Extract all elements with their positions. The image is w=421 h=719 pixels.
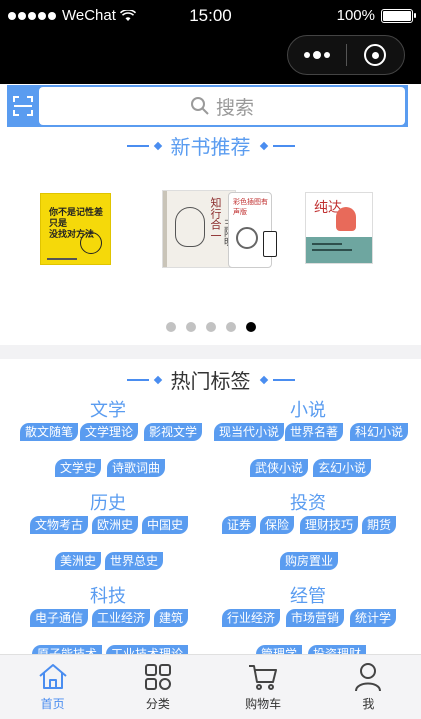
status-bar: WeChat 15:00 100%	[0, 0, 421, 32]
target-icon	[364, 44, 387, 66]
grid-icon	[144, 664, 171, 690]
tab-me[interactable]: 我	[316, 655, 421, 719]
category-touzi[interactable]: 投资	[208, 489, 408, 515]
pager-dot[interactable]	[225, 322, 236, 332]
tag[interactable]: 世界总史	[105, 552, 164, 570]
pager-dot[interactable]	[185, 322, 196, 332]
tag[interactable]: 理财技巧	[300, 516, 359, 534]
book-cover-zhixingheyi[interactable]: 知行合一 王阳明	[162, 190, 236, 268]
pager-dot[interactable]	[205, 322, 216, 332]
battery-status: 100%	[336, 7, 416, 24]
tag[interactable]: 玄幻小说	[313, 459, 372, 477]
tab-home[interactable]: 首页	[0, 655, 105, 719]
more-dots-icon	[303, 51, 330, 59]
category-lishi[interactable]: 历史	[8, 489, 208, 515]
tag[interactable]: 武侠小说	[250, 459, 309, 477]
tag[interactable]: 文学史	[55, 459, 102, 477]
meditation-figure	[336, 207, 356, 231]
title-line-right	[272, 378, 295, 381]
diamond-icon	[153, 375, 162, 384]
hot-tags-title-text: 热门标签	[170, 369, 251, 393]
tag[interactable]: 世界名著	[285, 423, 344, 441]
tag[interactable]: 科幻小说	[350, 423, 409, 441]
tag[interactable]: 统计学	[350, 609, 397, 627]
tab-category-label: 分类	[145, 697, 170, 711]
diamond-icon	[153, 141, 162, 150]
tag[interactable]: 影视文学	[144, 423, 203, 441]
book-cover-chunda[interactable]: 纯达	[305, 192, 373, 264]
tag[interactable]: 文物考古	[30, 516, 89, 534]
tag[interactable]: 购房置业	[280, 552, 339, 570]
search-input[interactable]: 搜索	[39, 87, 405, 125]
more-button[interactable]	[288, 36, 346, 74]
audio-card: 彩色插图有声版	[228, 192, 277, 268]
hot-tags-title: 热门标签	[0, 365, 421, 394]
tab-category[interactable]: 分类	[105, 655, 210, 719]
tag[interactable]: 证券	[222, 516, 257, 534]
new-books-title: 新书推荐	[0, 131, 421, 160]
home-icon	[38, 664, 67, 689]
pager-dot[interactable]	[165, 322, 176, 332]
category-jingguan[interactable]: 经管	[208, 582, 408, 608]
section-divider	[0, 345, 421, 359]
title-line-left	[126, 378, 149, 381]
book-title-line: 你不是记性差	[49, 208, 104, 218]
pager-dot-active[interactable]	[245, 322, 256, 332]
disc-illustration	[236, 227, 258, 249]
carousel-pager	[0, 322, 421, 332]
user-icon	[355, 663, 382, 692]
cover-footer-line	[47, 258, 77, 260]
brain-illustration	[80, 232, 102, 254]
tag[interactable]: 工业经济	[92, 609, 151, 627]
close-miniprogram-button[interactable]	[347, 36, 405, 74]
search-placeholder: 搜索	[215, 96, 254, 119]
book-cover-memory[interactable]: 你不是记性差 只是 没找对方法	[40, 193, 111, 265]
battery-icon	[381, 8, 416, 23]
tab-cart-label: 购物车	[245, 697, 282, 711]
scan-icon	[13, 96, 33, 116]
tag[interactable]: 欧洲史	[92, 516, 139, 534]
new-books-title-text: 新书推荐	[170, 135, 251, 159]
tag[interactable]: 文学理论	[80, 423, 139, 441]
audio-label: 彩色插图有声版	[233, 198, 268, 216]
tab-home-label: 首页	[40, 697, 65, 711]
miniprogram-capsule	[287, 35, 405, 75]
title-line-left	[126, 144, 149, 147]
tag[interactable]: 市场营销	[286, 609, 345, 627]
tag[interactable]: 诗歌词曲	[107, 459, 166, 477]
cover-band	[306, 237, 372, 263]
tag[interactable]: 行业经济	[222, 609, 281, 627]
battery-percent: 100%	[336, 7, 375, 24]
category-xiaoshuo[interactable]: 小说	[208, 396, 408, 422]
nav-bar	[0, 32, 421, 84]
book-title-line: 只是	[49, 219, 68, 229]
category-keji[interactable]: 科技	[8, 582, 208, 608]
tag[interactable]: 散文随笔	[20, 423, 79, 441]
tab-cart[interactable]: 购物车	[211, 655, 316, 719]
search-bar: 搜索	[7, 85, 408, 127]
tag[interactable]: 电子通信	[30, 609, 89, 627]
portrait-illustration	[175, 207, 205, 247]
search-icon	[190, 97, 209, 115]
tag[interactable]: 中国史	[142, 516, 189, 534]
category-wenxue[interactable]: 文学	[8, 396, 208, 422]
book-spine	[163, 191, 167, 267]
diamond-icon	[259, 375, 268, 384]
cart-icon	[249, 665, 278, 690]
title-line-right	[272, 144, 295, 147]
tab-me-label: 我	[362, 697, 375, 711]
diamond-icon	[259, 141, 268, 150]
tag[interactable]: 保险	[260, 516, 295, 534]
app-frame: WeChat 15:00 100% 搜索 新书推荐 你不是记性差 只是 没找对方…	[0, 0, 421, 719]
scan-button[interactable]	[7, 85, 39, 127]
tag[interactable]: 期货	[362, 516, 397, 534]
tag[interactable]: 现当代小说	[214, 423, 285, 441]
tab-bar: 首页 分类 购物车 我	[0, 654, 421, 719]
tag[interactable]: 美洲史	[55, 552, 102, 570]
phone-illustration	[263, 231, 277, 257]
tag[interactable]: 建筑	[154, 609, 189, 627]
